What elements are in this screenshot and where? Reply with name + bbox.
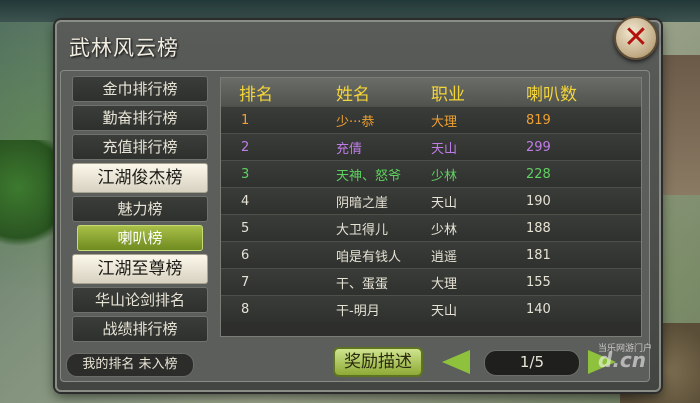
cell-name: 少···恭 — [336, 114, 375, 130]
sidebar-item-diligence[interactable]: 勤奋排行榜 — [72, 105, 208, 131]
cell-count: 140 — [526, 301, 551, 317]
cell-name: 干-明月 — [336, 303, 380, 319]
cell-count: 155 — [526, 274, 551, 290]
sidebar: 金巾排行榜 勤奋排行榜 充值排行榜 江湖俊杰榜 魅力榜 喇叭榜 江湖至尊榜 华山… — [68, 76, 214, 345]
close-button[interactable]: ✕ — [614, 16, 658, 60]
sidebar-group-header-jianghu-zhizun[interactable]: 江湖至尊榜 — [72, 254, 208, 284]
panel-title: 武林风云榜 — [69, 36, 179, 60]
cell-rank: 7 — [241, 274, 250, 290]
cell-rank: 4 — [241, 193, 250, 209]
header-class: 职业 — [431, 84, 465, 105]
watermark-line2: d.cn — [598, 348, 647, 372]
cell-class: 天山 — [431, 195, 458, 211]
table-row[interactable]: 3 天神、怒爷 少林 228 — [221, 160, 641, 187]
background-roof — [0, 0, 700, 22]
cell-class: 少林 — [431, 168, 458, 184]
background-foliage — [0, 140, 60, 260]
cell-name: 阴暗之崖 — [336, 195, 389, 211]
cell-rank: 6 — [241, 247, 250, 263]
cell-count: 190 — [526, 193, 551, 209]
table-header: 排名 姓名 职业 喇叭数 — [221, 78, 641, 106]
table-row[interactable]: 7 干、蛋蛋 大理 155 — [221, 268, 641, 295]
header-rank: 排名 — [239, 84, 273, 105]
cell-count: 819 — [526, 112, 551, 128]
cell-count: 299 — [526, 139, 551, 155]
cell-count: 188 — [526, 220, 551, 236]
reward-description-button[interactable]: 奖励描述 — [333, 347, 423, 377]
sidebar-item-charm[interactable]: 魅力榜 — [72, 196, 208, 222]
sidebar-item-huashan[interactable]: 华山论剑排名 — [72, 287, 208, 313]
cell-class: 少林 — [431, 222, 458, 238]
my-rank-label: 我的排名 未入榜 — [66, 353, 194, 377]
table-row[interactable]: 5 大卫得儿 少林 188 — [221, 214, 641, 241]
sidebar-item-recharge[interactable]: 充值排行榜 — [72, 134, 208, 160]
table-body: 1 少···恭 大理 819 2 充倩 天山 299 3 天神、怒爷 少林 228 4 阴暗之崖 天山 190… — [221, 106, 641, 322]
table-row[interactable]: 2 充倩 天山 299 — [221, 133, 641, 160]
cell-class: 天山 — [431, 303, 458, 319]
close-icon: ✕ — [623, 20, 649, 55]
cell-name: 充倩 — [336, 141, 363, 157]
ranking-table: 排名 姓名 职业 喇叭数 1 少···恭 大理 819 2 充倩 天山 299 3 天神、怒爷 少林… — [220, 77, 642, 337]
sidebar-item-battle[interactable]: 战绩排行榜 — [72, 316, 208, 342]
cell-rank: 3 — [241, 166, 250, 182]
watermark: 当乐网游门户 d.cn — [598, 344, 652, 372]
cell-rank: 1 — [241, 112, 250, 128]
cell-rank: 2 — [241, 139, 250, 155]
table-row[interactable]: 4 阴暗之崖 天山 190 — [221, 187, 641, 214]
table-row[interactable]: 8 干-明月 天山 140 — [221, 295, 641, 322]
cell-rank: 8 — [241, 301, 250, 317]
cell-class: 天山 — [431, 141, 458, 157]
cell-class: 大理 — [431, 114, 458, 130]
cell-name: 天神、怒爷 — [336, 168, 402, 184]
page-indicator: 1/5 — [484, 350, 580, 376]
sidebar-item-jinjin[interactable]: 金巾排行榜 — [72, 76, 208, 102]
cell-name: 咱是有钱人 — [336, 249, 402, 265]
cell-class: 大理 — [431, 276, 458, 292]
cell-count: 181 — [526, 247, 551, 263]
arrow-left-icon[interactable] — [442, 350, 470, 374]
table-row[interactable]: 6 咱是有钱人 逍遥 181 — [221, 241, 641, 268]
header-name: 姓名 — [336, 84, 370, 105]
table-row[interactable]: 1 少···恭 大理 819 — [221, 106, 641, 133]
cell-name: 大卫得儿 — [336, 222, 389, 238]
cell-class: 逍遥 — [431, 249, 458, 265]
header-count: 喇叭数 — [526, 84, 577, 105]
sidebar-group-header-jianghu-junjie[interactable]: 江湖俊杰榜 — [72, 163, 208, 193]
cell-count: 228 — [526, 166, 551, 182]
cell-rank: 5 — [241, 220, 250, 236]
cell-name: 干、蛋蛋 — [336, 276, 389, 292]
sidebar-item-horn[interactable]: 喇叭榜 — [77, 225, 203, 251]
